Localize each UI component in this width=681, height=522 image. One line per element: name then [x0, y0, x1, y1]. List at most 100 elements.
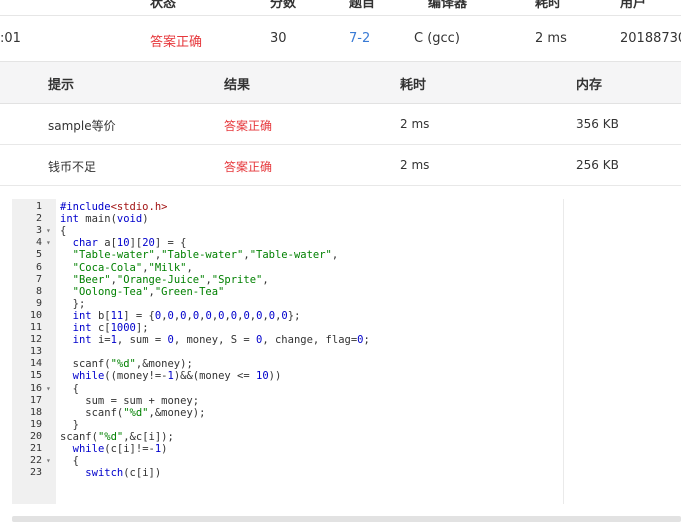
line-number: 8: [35, 285, 42, 297]
code-text: };: [60, 297, 86, 310]
table-row: sample等价 答案正确 2 ms 356 KB: [0, 104, 681, 145]
code-line: 11 int c[1000];: [12, 322, 563, 334]
code-text: {: [60, 225, 67, 238]
code-text: int c[1000];: [72, 322, 149, 334]
line-number: 7: [35, 273, 42, 285]
code-text: scanf("%d",&money);: [60, 406, 206, 419]
code-line: 7 "Beer","Orange-Juice","Sprite",: [12, 273, 563, 286]
code-line: 6 "Coca-Cola","Milk",: [12, 261, 563, 274]
submission-table-header: 状态 分数 题目 编译器 耗时 用户: [0, 0, 681, 16]
line-number: 11: [29, 322, 42, 333]
code-line: 1 #include<stdio.h>: [12, 201, 563, 213]
code-text: "Table-water","Table-water","Table-water…: [72, 249, 339, 262]
code-line: 10 int b[11] = {0,0,0,0,0,0,0,0,0,0,0};: [12, 309, 563, 322]
case-memory: 356 KB: [576, 117, 619, 131]
case-hint: 钱币不足: [48, 160, 97, 174]
line-number: 5: [35, 249, 42, 261]
code-text: "Beer","Orange-Juice","Sprite",: [72, 273, 269, 286]
submission-duration: 2 ms: [535, 31, 567, 46]
code-text: scanf("%d",&money);: [60, 358, 193, 371]
line-number: 9: [35, 297, 42, 309]
code-line: 4 ▾ char a[10][20] = {: [12, 237, 563, 250]
line-number: 20: [29, 430, 42, 442]
code-text: int i=1, sum = 0, money, S = 0, change, …: [72, 334, 370, 347]
code-line: 22 ▾ {: [12, 455, 563, 468]
table-row: 钱币不足 答案正确 2 ms 256 KB: [0, 145, 681, 186]
line-number: 6: [35, 261, 42, 273]
line-number: 4: [35, 237, 42, 249]
case-result: 答案正确: [224, 160, 273, 174]
header-problem: 题目: [349, 0, 376, 11]
code-line: 3 ▾ {: [12, 225, 563, 238]
test-cases-table: 提示 结果 耗时 内存 sample等价 答案正确 2 ms 356 KB 钱币…: [0, 61, 681, 186]
line-number: 10: [29, 309, 42, 321]
cases-header-hint: 提示: [48, 78, 75, 93]
line-number: 13: [29, 346, 42, 358]
code-text: "Oolong-Tea","Green-Tea": [72, 285, 225, 298]
submission-status: 答案正确: [150, 35, 203, 50]
code-line: 2 int main(void): [12, 213, 563, 226]
cases-header: 提示 结果 耗时 内存: [0, 62, 681, 104]
code-text: int b[11] = {0,0,0,0,0,0,0,0,0,0,0};: [72, 309, 301, 322]
line-number: 23: [29, 467, 42, 479]
code-text: #include<stdio.h>: [60, 201, 168, 213]
header-status: 状态: [150, 0, 177, 11]
fold-toggle-icon[interactable]: ▾: [46, 225, 55, 237]
code-editor[interactable]: 1 #include<stdio.h> 2 int main(void) 3 ▾ {4 ▾ c…: [12, 199, 564, 504]
cases-header-memory: 内存: [576, 78, 603, 93]
code-line: 16 ▾ {: [12, 382, 563, 395]
submission-user: 20188730: [620, 31, 681, 46]
fold-toggle-icon[interactable]: ▾: [46, 455, 55, 467]
case-hint: sample等价: [48, 119, 116, 133]
submission-score: 30: [270, 31, 287, 46]
case-memory: 256 KB: [576, 158, 619, 172]
code-text: int main(void): [60, 213, 149, 226]
code-text: "Coca-Cola","Milk",: [72, 261, 193, 274]
header-duration: 耗时: [535, 0, 562, 11]
code-line: 19 }: [12, 418, 563, 431]
code-line: 18 scanf("%d",&money);: [12, 406, 563, 419]
line-number: 1: [35, 201, 42, 212]
code-line: 13: [12, 346, 563, 358]
code-line: 5 "Table-water","Table-water","Table-wat…: [12, 249, 563, 262]
code-text: sum = sum + money;: [60, 394, 200, 407]
code-line: 8 "Oolong-Tea","Green-Tea": [12, 285, 563, 298]
code-text: {: [60, 455, 79, 468]
fold-toggle-icon[interactable]: ▾: [46, 237, 55, 249]
case-time: 2 ms: [400, 117, 430, 131]
code-text: while((money!=-1)&&(money <= 10)): [72, 370, 282, 383]
code-line: 20 scanf("%d",&c[i]);: [12, 430, 563, 443]
case-result: 答案正确: [224, 119, 273, 133]
horizontal-scrollbar[interactable]: [12, 516, 681, 522]
code-line: 21 while(c[i]!=-1): [12, 443, 563, 455]
code-line: 14 scanf("%d",&money);: [12, 358, 563, 371]
code-line: 17 sum = sum + money;: [12, 394, 563, 407]
code-line: 12 int i=1, sum = 0, money, S = 0, chang…: [12, 334, 563, 347]
line-number: 22: [29, 455, 42, 467]
line-number: 19: [29, 418, 42, 430]
line-number: 14: [29, 358, 42, 370]
cases-header-result: 结果: [224, 78, 251, 93]
submission-time: :01: [0, 31, 21, 46]
header-user: 用户: [620, 0, 647, 11]
fold-toggle-icon[interactable]: ▾: [46, 383, 55, 395]
case-time: 2 ms: [400, 158, 430, 172]
code-line: 23 switch(c[i]): [12, 467, 563, 480]
cases-header-time: 耗时: [400, 78, 427, 93]
submission-row: :01 答案正确 30 7-2 C (gcc) 2 ms 20188730: [0, 17, 681, 61]
code-text: }: [60, 418, 79, 431]
line-number: 17: [29, 394, 42, 406]
code-line: 9 };: [12, 297, 563, 310]
line-number: 21: [29, 443, 42, 454]
submission-compiler: C (gcc): [414, 31, 460, 46]
line-number: 2: [35, 213, 42, 225]
line-number: 18: [29, 406, 42, 418]
code-text: while(c[i]!=-1): [72, 443, 168, 455]
code-text: switch(c[i]): [85, 467, 162, 480]
code-text: {: [60, 382, 79, 395]
code-line: 15 while((money!=-1)&&(money <= 10)): [12, 370, 563, 383]
submission-problem-link[interactable]: 7-2: [349, 31, 370, 46]
line-number: 15: [29, 370, 42, 382]
code-text: char a[10][20] = {: [72, 237, 187, 250]
header-compiler: 编译器: [428, 0, 468, 11]
